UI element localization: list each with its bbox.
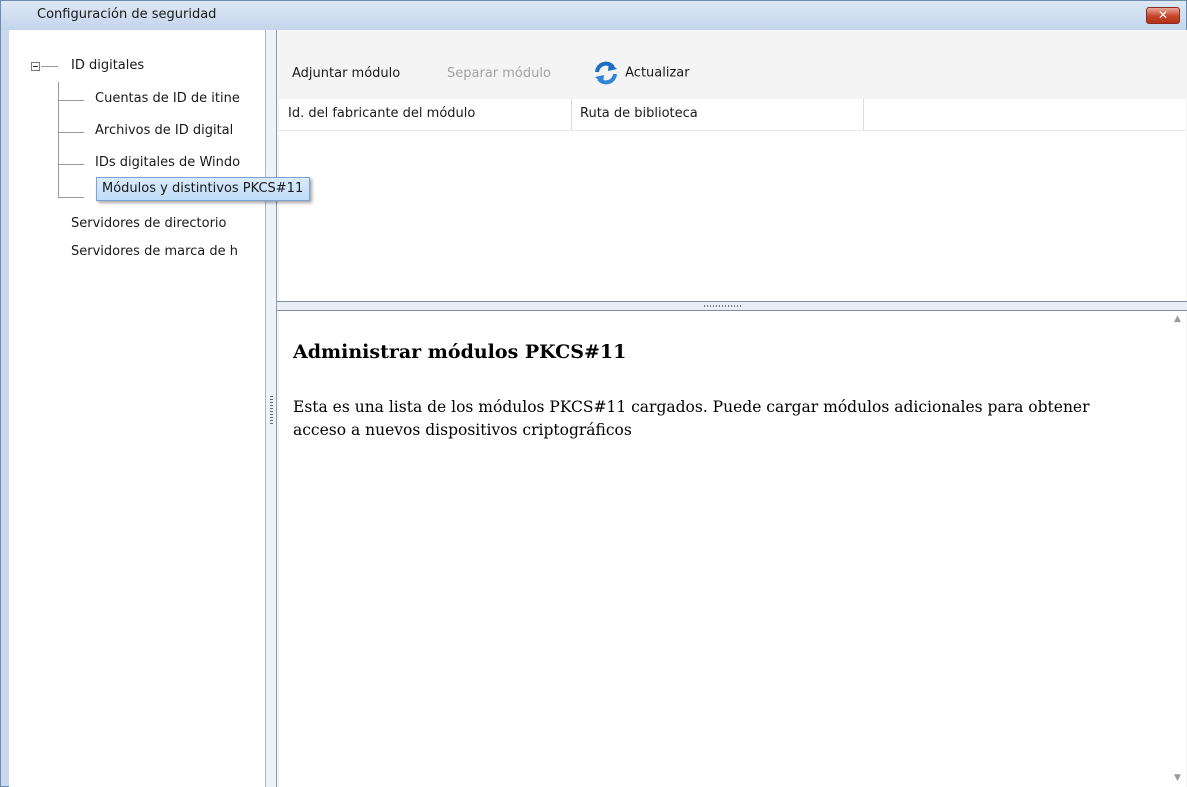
refresh-label: Actualizar [625, 65, 690, 81]
attach-module-button[interactable]: Adjuntar módulo [292, 66, 400, 81]
tree-item-pkcs11-modules[interactable]: Módulos y distintivos PKCS#11 [96, 177, 311, 201]
vertical-splitter[interactable] [265, 30, 277, 787]
tree-connector [58, 100, 84, 101]
tree-item-directory-servers[interactable]: Servidores de directorio [71, 216, 226, 231]
detail-panel: Adjuntar módulo Separar módulo Actualiza… [277, 30, 1187, 787]
modules-table[interactable]: Id. del fabricante del módulo Ruta de bi… [279, 99, 1186, 301]
tree-connector [58, 164, 84, 165]
toolbar: Adjuntar módulo Separar módulo Actualiza… [277, 30, 1187, 98]
tree-item-digital-id-files[interactable]: Archivos de ID digital [95, 123, 233, 138]
tree-connector [58, 197, 84, 198]
title-bar: Configuración de seguridad ✕ [1, 1, 1186, 30]
category-tree: ID digitales Cuentas de ID de itine Arch… [9, 30, 265, 787]
vertical-scrollbar[interactable]: ▲ ▼ [1169, 311, 1186, 787]
tree-item-windows-digital-ids[interactable]: IDs digitales de Windo [95, 155, 240, 170]
collapse-toggle-icon[interactable] [31, 62, 40, 71]
refresh-button[interactable]: Actualizar [593, 60, 690, 86]
column-header-library-path[interactable]: Ruta de biblioteca [580, 106, 698, 121]
tree-item-timestamp-servers[interactable]: Servidores de marca de h [71, 244, 238, 259]
tree-item-digital-ids[interactable]: ID digitales [71, 58, 144, 73]
tree-connector [58, 132, 84, 133]
scroll-down-arrow-icon[interactable]: ▼ [1169, 770, 1186, 787]
refresh-icon [595, 61, 617, 85]
column-divider[interactable] [863, 99, 864, 130]
splitter-grip-icon [704, 305, 742, 307]
close-button[interactable]: ✕ [1146, 7, 1180, 24]
window-title: Configuración de seguridad [37, 7, 217, 22]
tree-connector [41, 66, 58, 67]
column-header-vendor-id[interactable]: Id. del fabricante del módulo [288, 106, 475, 121]
detach-module-button: Separar módulo [447, 66, 551, 81]
description-body: Esta es una lista de los módulos PKCS#11… [293, 398, 1090, 439]
scroll-up-arrow-icon[interactable]: ▲ [1169, 311, 1186, 328]
column-divider[interactable] [571, 99, 572, 130]
horizontal-splitter[interactable] [277, 301, 1187, 311]
splitter-grip-icon [270, 396, 273, 424]
close-icon: ✕ [1157, 8, 1169, 22]
description-pane: Administrar módulos PKCS#11 Esta es una … [279, 311, 1186, 787]
description-title: Administrar módulos PKCS#11 [293, 341, 627, 363]
security-settings-window: Configuración de seguridad ✕ ID digitale… [0, 0, 1187, 787]
table-header: Id. del fabricante del módulo Ruta de bi… [279, 99, 1186, 131]
tree-item-roaming-id-accounts[interactable]: Cuentas de ID de itine [95, 91, 240, 106]
